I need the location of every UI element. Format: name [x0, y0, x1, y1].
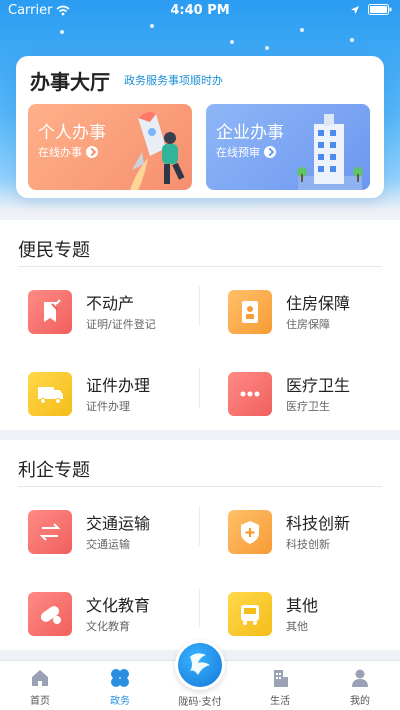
personal-affairs-tile[interactable]: 个人办事 在线办事: [28, 104, 192, 190]
divider: [199, 368, 200, 408]
tab-life-label: 生活: [270, 696, 290, 707]
item-desc: 证明/证件登记: [86, 318, 156, 331]
tab-home[interactable]: 首页: [5, 667, 75, 707]
building-icon: [274, 670, 288, 687]
item-name: 医疗卫生: [286, 376, 351, 395]
list-item-real-estate[interactable]: 不动产 证明/证件登记: [18, 278, 198, 340]
personal-affairs-sub: 在线办事: [38, 146, 82, 159]
item-name: 文化教育: [86, 596, 151, 615]
rocket-person-illustration: [130, 111, 185, 190]
battery-icon: [368, 4, 392, 15]
long-logo-icon: [190, 653, 210, 675]
list-item-transport[interactable]: 交通运输 交通运输: [18, 498, 198, 560]
item-name: 交通运输: [86, 514, 151, 533]
chevron-right-icon: [264, 146, 276, 158]
tab-mine[interactable]: 我的: [325, 667, 395, 707]
section-title: 便民专题: [18, 240, 90, 261]
item-desc: 交通运输: [86, 538, 130, 551]
business-affairs-sub: 在线预审: [216, 146, 260, 159]
office-building-illustration: [297, 114, 363, 190]
shield-plus-icon: [228, 510, 272, 554]
list-item-certificate[interactable]: 证件办理 证件办理: [18, 360, 198, 422]
user-icon: [352, 669, 368, 687]
tab-life[interactable]: 生活: [245, 667, 315, 707]
code-pay-button[interactable]: [175, 640, 225, 690]
personal-affairs-title: 个人办事: [38, 123, 106, 143]
item-name: 证件办理: [86, 376, 151, 395]
service-hall-card: 办事大厅 政务服务事项顺时办 个人办事 在线办事 企业办事 在线预审: [16, 56, 384, 198]
tab-government-label: 政务: [110, 696, 130, 707]
swap-arrows-icon: [28, 510, 72, 554]
service-hall-subtitle: 政务服务事项顺时办: [124, 74, 223, 87]
item-name: 科技创新: [286, 514, 351, 533]
divider: [18, 266, 382, 267]
convenience-topics-section: 便民专题 不动产 证明/证件登记 住房保障 住房保障 证件办理 证件办理 医疗卫…: [0, 220, 400, 430]
list-item-medical[interactable]: 医疗卫生 医疗卫生: [218, 360, 398, 422]
list-item-tech-innovation[interactable]: 科技创新 科技创新: [218, 498, 398, 560]
status-bar: Carrier 4:40 PM: [0, 0, 400, 22]
truck-icon: [28, 372, 72, 416]
list-item-housing[interactable]: 住房保障 住房保障: [218, 278, 398, 340]
item-desc: 科技创新: [286, 538, 330, 551]
pill-icon: [28, 592, 72, 636]
item-desc: 证件办理: [86, 400, 130, 413]
id-badge-icon: [228, 290, 272, 334]
business-affairs-sub-row: 在线预审: [216, 144, 276, 160]
list-item-culture-education[interactable]: 文化教育 文化教育: [18, 580, 198, 642]
item-desc: 住房保障: [286, 318, 330, 331]
more-dots-icon: [228, 372, 272, 416]
divider: [18, 486, 382, 487]
item-name: 其他: [286, 596, 319, 615]
tab-mine-label: 我的: [350, 696, 370, 707]
status-time: 4:40 PM: [170, 3, 230, 18]
chevron-right-icon: [86, 146, 98, 158]
item-name: 不动产: [86, 294, 135, 313]
tab-government[interactable]: 政务: [85, 667, 155, 707]
business-topics-section: 利企专题 交通运输 交通运输 科技创新 科技创新 文化教育 文化教育 其他 其他: [0, 440, 400, 650]
item-desc: 医疗卫生: [286, 400, 330, 413]
list-item-other[interactable]: 其他 其他: [218, 580, 398, 642]
tab-home-label: 首页: [30, 696, 50, 707]
clover-icon: [111, 669, 129, 687]
document-stamp-icon: [28, 290, 72, 334]
code-pay-label: 陇码·支付: [178, 697, 222, 708]
business-affairs-tile[interactable]: 企业办事 在线预审: [206, 104, 370, 190]
divider: [199, 506, 200, 546]
item-desc: 文化教育: [86, 620, 130, 633]
business-affairs-title: 企业办事: [216, 123, 284, 143]
location-arrow-icon: [351, 5, 359, 14]
divider: [199, 588, 200, 628]
home-icon: [32, 670, 48, 686]
item-desc: 其他: [286, 620, 308, 633]
service-hall-title: 办事大厅: [30, 70, 110, 94]
bus-icon: [228, 592, 272, 636]
personal-affairs-sub-row: 在线办事: [38, 144, 98, 160]
divider: [199, 286, 200, 326]
item-name: 住房保障: [286, 294, 351, 313]
section-title: 利企专题: [18, 460, 90, 481]
